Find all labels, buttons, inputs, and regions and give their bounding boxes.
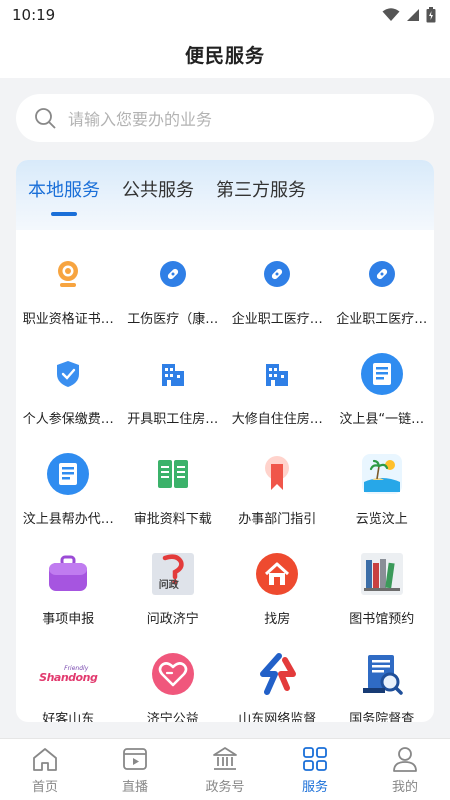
service-label: 企业职工医疗… <box>231 312 323 327</box>
service-item[interactable]: 图书馆预约 <box>330 540 435 640</box>
search-section: 请输入您要办的业务 <box>0 78 450 154</box>
document-icon <box>360 352 404 396</box>
nav-label: 服务 <box>301 779 328 795</box>
service-item[interactable]: 找房 <box>225 540 330 640</box>
service-item[interactable]: 国务院督查 <box>330 640 435 722</box>
signal-icon <box>407 9 419 21</box>
service-item[interactable]: 开具职工住房… <box>121 340 226 440</box>
service-item[interactable]: 办事部门指引 <box>225 440 330 540</box>
nav-services[interactable]: 服务 <box>270 739 360 800</box>
home-icon <box>33 747 57 771</box>
medical-icon <box>360 252 404 296</box>
service-item[interactable]: 审批资料下载 <box>121 440 226 540</box>
page-header: 便民服务 <box>0 30 450 78</box>
service-label: 问政济宁 <box>146 612 199 627</box>
tab-local-services[interactable]: 本地服务 <box>28 176 100 214</box>
status-icons <box>382 7 436 23</box>
nav-live[interactable]: 直播 <box>90 739 180 800</box>
service-item[interactable]: 汶上县“一链… <box>330 340 435 440</box>
profile-icon <box>393 746 417 772</box>
service-item[interactable]: 云览汶上 <box>330 440 435 540</box>
nav-label: 首页 <box>31 779 58 795</box>
nav-label: 我的 <box>391 779 418 795</box>
book-icon <box>151 452 195 496</box>
page-title: 便民服务 <box>184 44 265 67</box>
shandong-logo-icon: Friendly Shandong <box>39 652 98 696</box>
service-label: 事项申报 <box>42 612 95 627</box>
medical-icon <box>151 252 195 296</box>
service-item[interactable]: 大修自住住房… <box>225 340 330 440</box>
tab-public-services[interactable]: 公共服务 <box>122 176 194 214</box>
service-grid: 职业资格证书… 工伤医疗（康… 企业职工医疗… 企业职工医疗… 个人参保缴费… … <box>16 230 434 722</box>
nav-government[interactable]: 政务号 <box>180 739 270 800</box>
service-label: 济宁公益 <box>146 712 199 722</box>
service-label: 职业资格证书… <box>22 312 114 327</box>
service-item[interactable]: Friendly Shandong 好客山东 <box>16 640 121 722</box>
service-item[interactable]: 汶上县帮办代… <box>16 440 121 540</box>
house-icon <box>255 552 299 596</box>
document-icon <box>46 452 90 496</box>
nav-label: 直播 <box>121 779 148 795</box>
status-bar: 10:19 <box>0 0 450 30</box>
briefcase-icon <box>46 552 90 596</box>
service-label: 工伤医疗（康… <box>127 312 219 327</box>
webcam-icon <box>46 252 90 296</box>
search-icon <box>35 108 56 129</box>
service-item[interactable]: 事项申报 <box>16 540 121 640</box>
wifi-icon <box>382 8 400 21</box>
nav-label: 政务号 <box>205 779 245 795</box>
island-icon <box>360 452 404 496</box>
service-label: 大修自住住房… <box>231 412 323 427</box>
shandong-logo-text: Shandong <box>39 670 98 684</box>
wenzheng-logo-text: 问政 <box>158 580 179 591</box>
insurance-shield-icon <box>46 352 90 396</box>
wenzheng-logo-icon: 问政 <box>151 552 195 596</box>
tab-third-party-services[interactable]: 第三方服务 <box>216 176 306 214</box>
service-item[interactable]: 企业职工医疗… <box>330 240 435 340</box>
inspection-icon <box>360 652 404 696</box>
services-card: 本地服务 公共服务 第三方服务 职业资格证书… 工伤医疗（康… 企业职工医疗… <box>16 160 434 722</box>
service-tabs: 本地服务 公共服务 第三方服务 <box>16 160 434 230</box>
services-grid-icon <box>303 746 327 771</box>
service-label: 汶上县“一链… <box>339 412 425 427</box>
service-label: 审批资料下载 <box>133 512 212 527</box>
service-label: 汶上县帮办代… <box>22 512 114 527</box>
heart-icon <box>151 652 195 696</box>
service-label: 找房 <box>264 612 291 627</box>
service-item[interactable]: 职业资格证书… <box>16 240 121 340</box>
service-label: 企业职工医疗… <box>336 312 428 327</box>
service-label: 国务院督查 <box>349 712 415 722</box>
service-label: 开具职工住房… <box>127 412 219 427</box>
ribbon-icon <box>255 452 299 496</box>
service-label: 个人参保缴费… <box>22 412 114 427</box>
service-label: 山东网络监督 <box>238 712 317 722</box>
service-item[interactable]: 企业职工医疗… <box>225 240 330 340</box>
building-icon <box>151 352 195 396</box>
service-label: 云览汶上 <box>355 512 408 527</box>
bookshelf-icon <box>360 552 404 596</box>
network-logo-icon <box>255 652 299 696</box>
battery-icon <box>426 7 436 23</box>
nav-profile[interactable]: 我的 <box>360 739 450 800</box>
bottom-nav: 首页 直播 政务号 服务 我的 <box>0 738 450 800</box>
search-placeholder: 请输入您要办的业务 <box>68 110 213 129</box>
nav-home[interactable]: 首页 <box>0 739 90 800</box>
medical-icon <box>255 252 299 296</box>
service-label: 图书馆预约 <box>349 612 415 627</box>
service-item[interactable]: 工伤医疗（康… <box>121 240 226 340</box>
building-icon <box>255 352 299 396</box>
service-label: 办事部门指引 <box>238 512 317 527</box>
service-item[interactable]: 个人参保缴费… <box>16 340 121 440</box>
service-item[interactable]: 山东网络监督 <box>225 640 330 722</box>
search-input[interactable]: 请输入您要办的业务 <box>16 94 434 142</box>
status-time: 10:19 <box>12 6 56 24</box>
live-video-icon <box>123 747 147 770</box>
service-item[interactable]: 济宁公益 <box>121 640 226 722</box>
government-icon <box>213 746 237 770</box>
service-item[interactable]: 问政 问政济宁 <box>121 540 226 640</box>
service-label: 好客山东 <box>42 712 95 722</box>
